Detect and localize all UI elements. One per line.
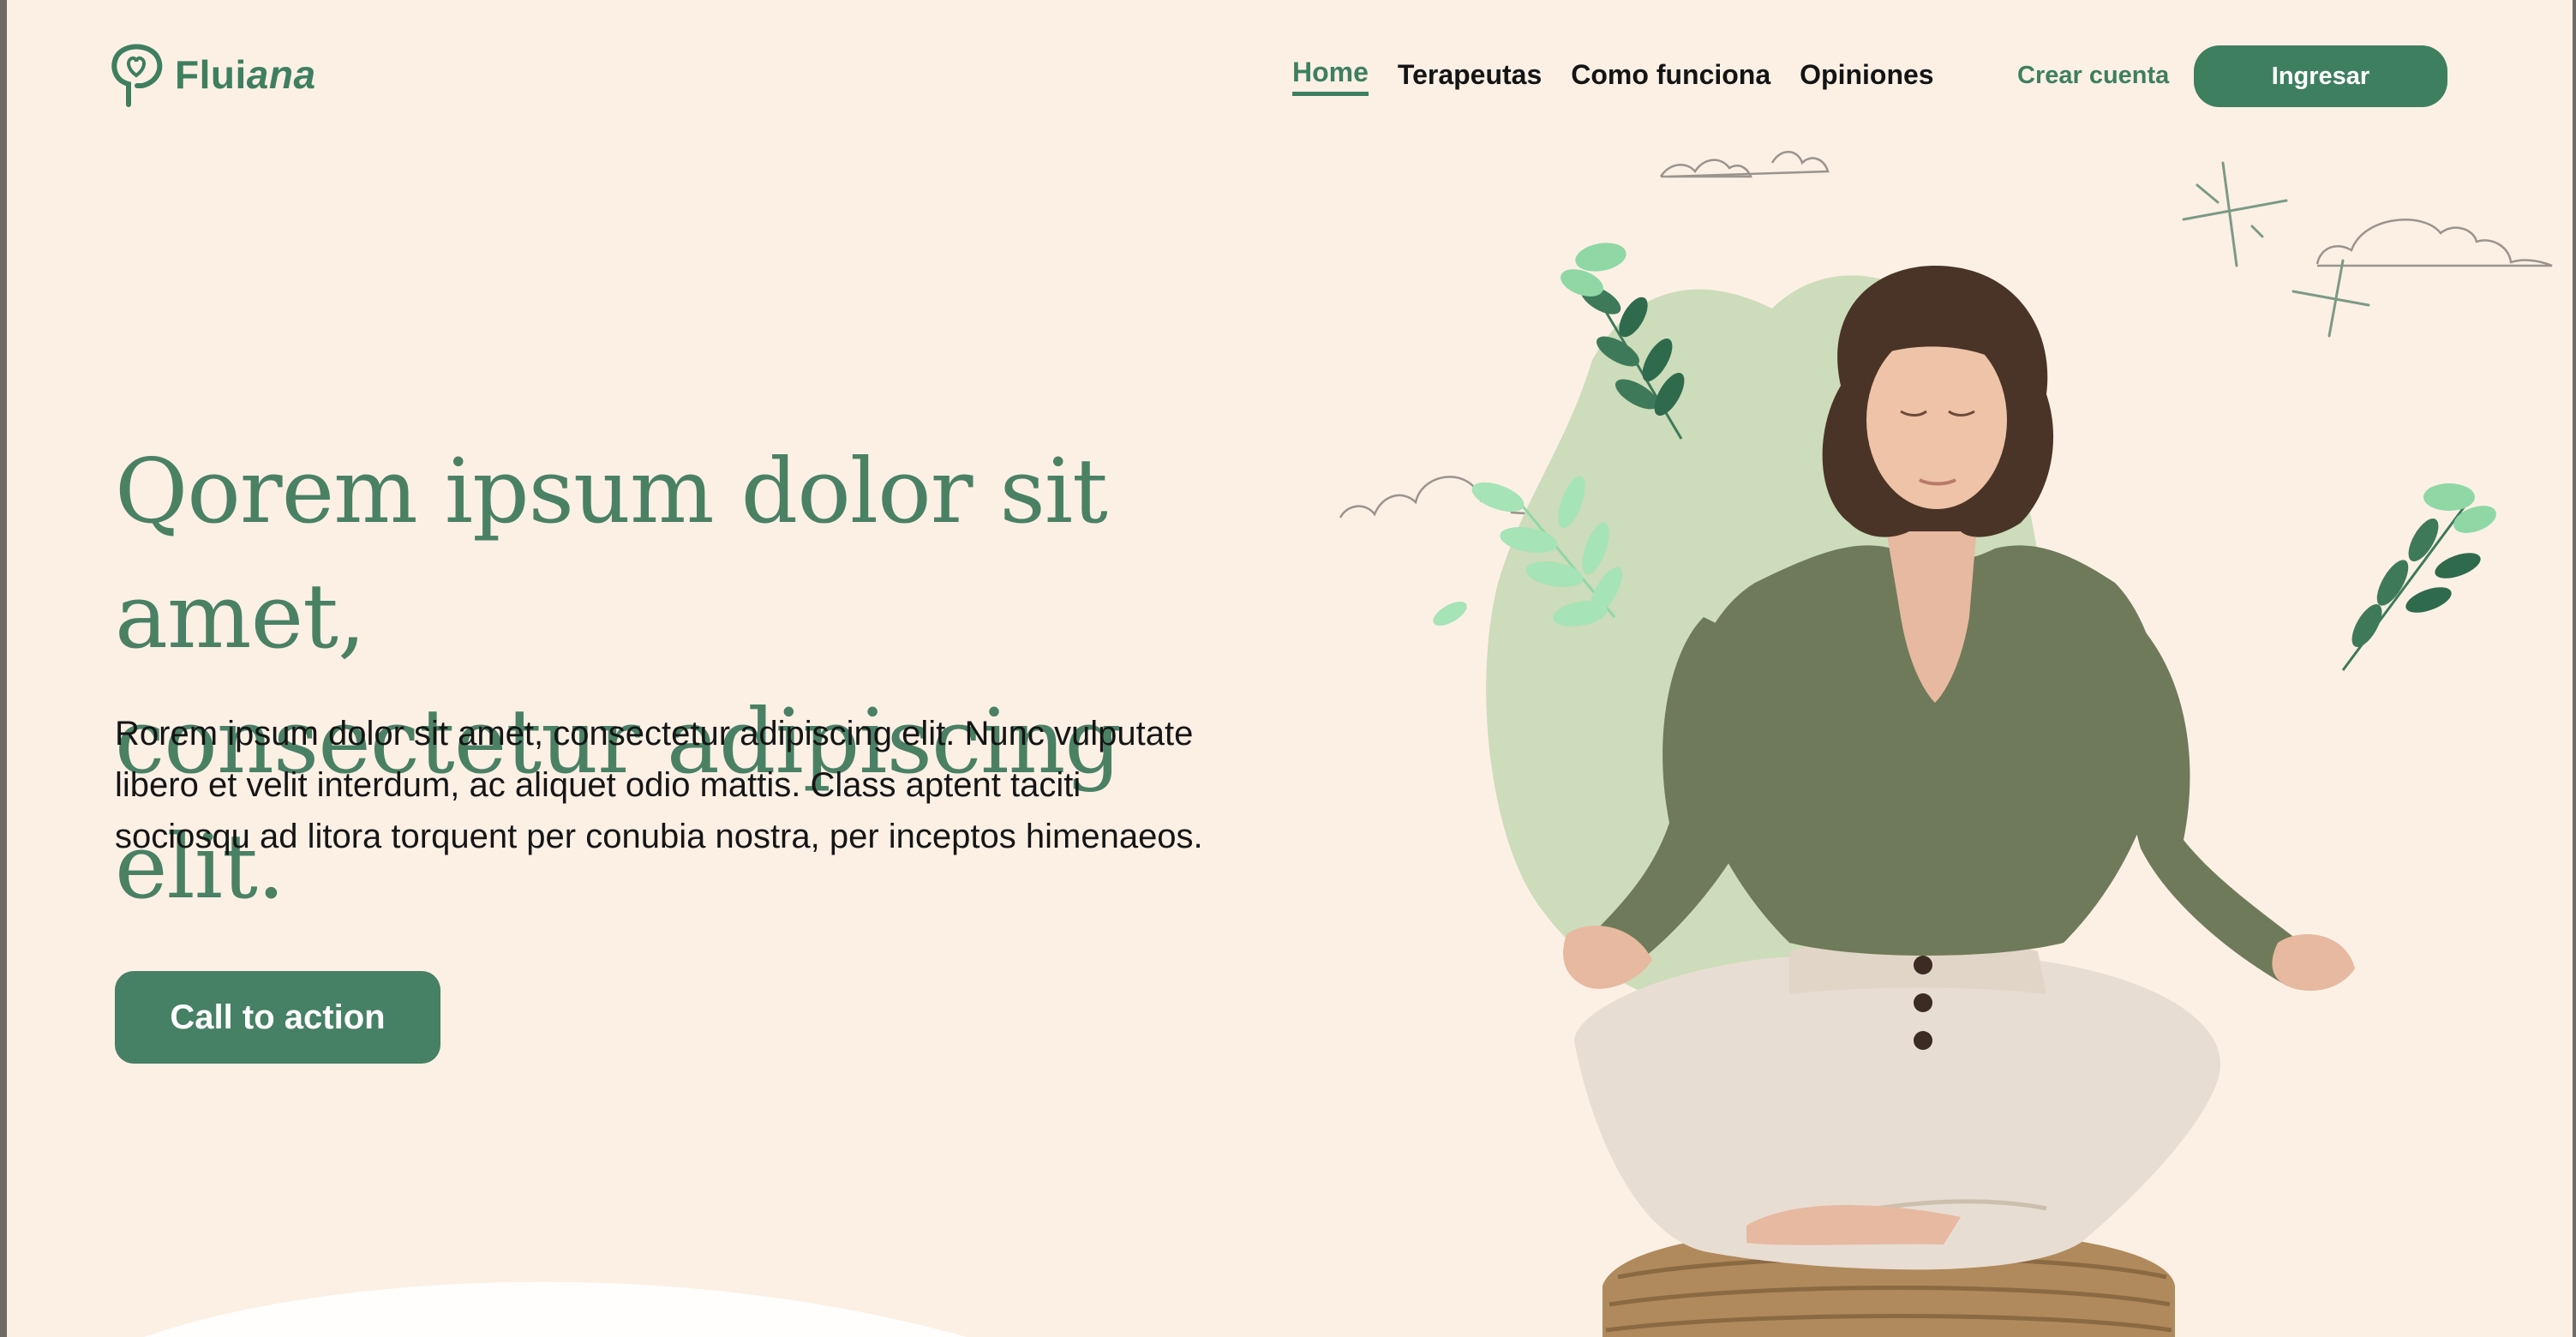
sparkle-icon xyxy=(2182,161,2370,338)
nav-opiniones[interactable]: Opiniones xyxy=(1800,59,1933,94)
right-hand xyxy=(2272,934,2355,991)
hero-illustration xyxy=(1339,151,2553,1337)
leaf-sprig-icon xyxy=(2341,483,2496,671)
headline-line-1: Qorem ipsum dolor sit amet, xyxy=(115,439,1108,668)
landing-page: Fluiana Home Terapeutas Como funciona Op… xyxy=(7,0,2573,1337)
cloud-icon xyxy=(2315,219,2553,267)
create-account-link[interactable]: Crear cuenta xyxy=(2017,62,2169,90)
nav-como-funciona[interactable]: Como funciona xyxy=(1571,59,1770,94)
brand-name: Fluiana xyxy=(175,52,316,97)
pants-buttons xyxy=(1914,956,1932,1050)
right-arm xyxy=(2115,617,2312,986)
brand-logo[interactable]: Fluiana xyxy=(108,41,316,108)
main-nav: Home Terapeutas Como funciona Opiniones xyxy=(1292,57,1934,96)
nav-home[interactable]: Home xyxy=(1292,57,1369,96)
bottom-wave-decoration xyxy=(144,1281,967,1337)
call-to-action-button[interactable]: Call to action xyxy=(115,971,440,1064)
hero-description: Rorem ipsum dolor sit amet, consectetur … xyxy=(115,715,1203,855)
login-button[interactable]: Ingresar xyxy=(2194,45,2447,107)
tree-heart-icon xyxy=(111,44,163,107)
cloud-icon xyxy=(1659,151,1830,178)
nav-terapeutas[interactable]: Terapeutas xyxy=(1398,59,1542,94)
